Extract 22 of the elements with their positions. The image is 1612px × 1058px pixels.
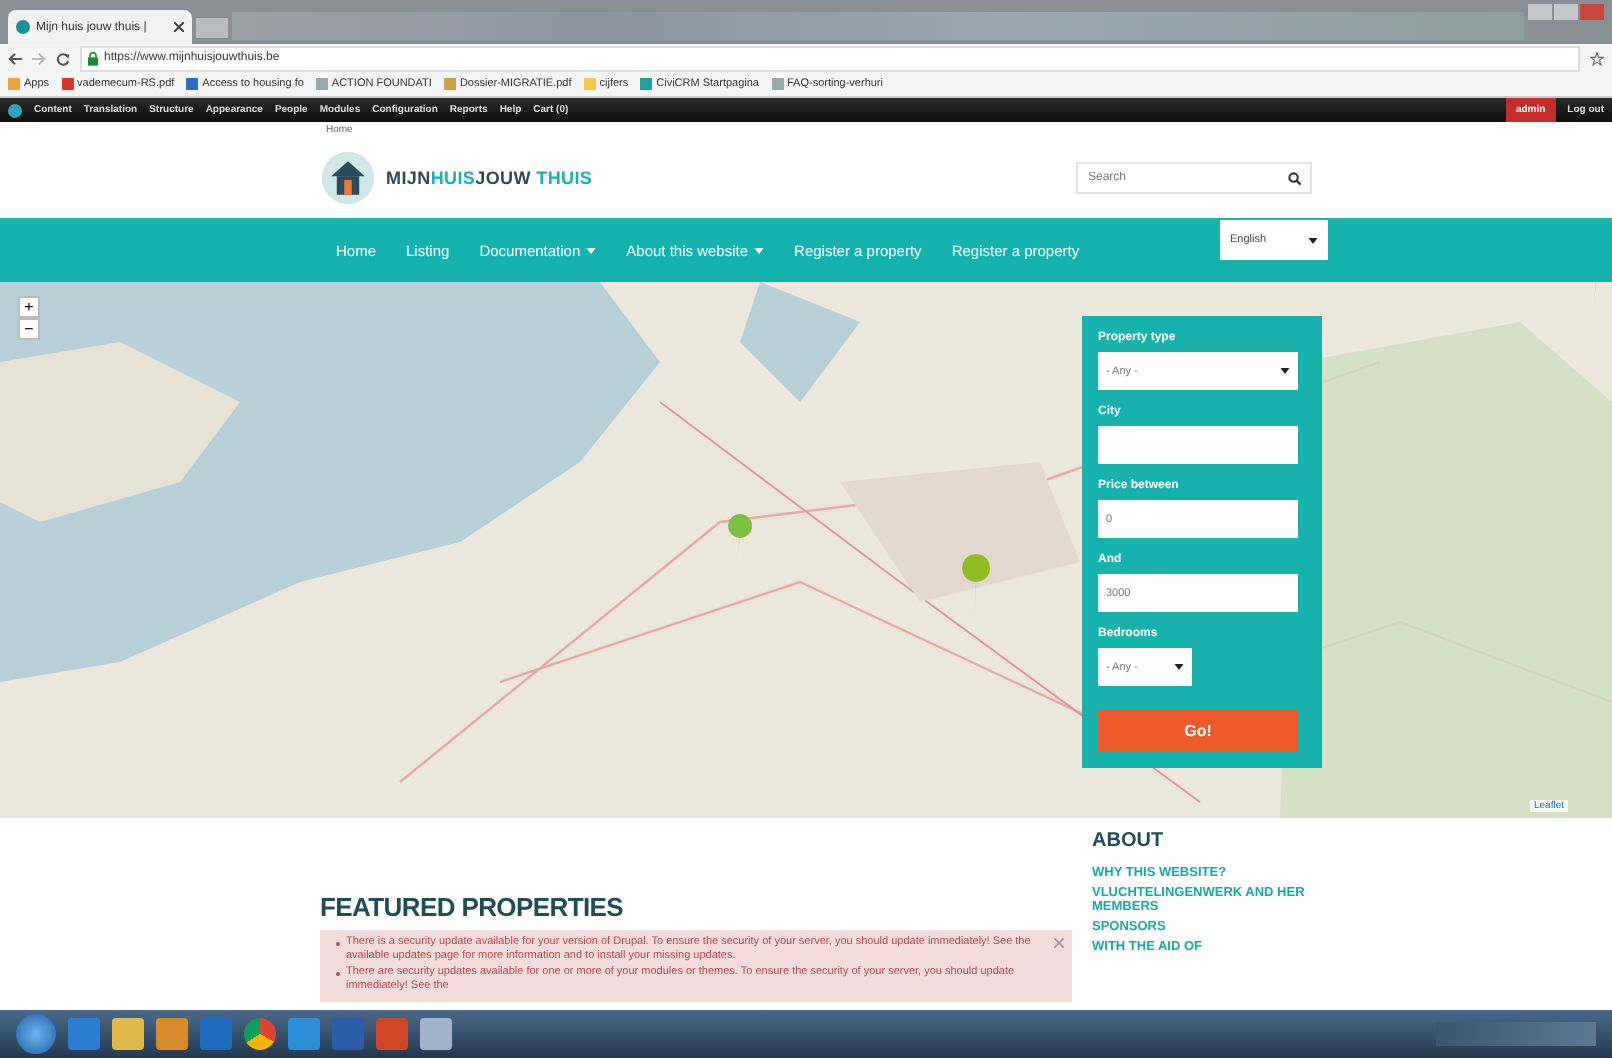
lock-icon: [88, 51, 98, 65]
zoom-out-button[interactable]: −: [18, 318, 40, 340]
caret-icon: [586, 247, 597, 253]
reload-icon[interactable]: [56, 51, 70, 65]
sidebar-heading: ABOUT: [1092, 830, 1166, 852]
input-field[interactable]: [1098, 426, 1298, 464]
star-icon[interactable]: [1590, 51, 1604, 65]
house-logo-icon: [320, 150, 376, 206]
caret-icon: [754, 247, 765, 253]
search-icon[interactable]: [1288, 171, 1302, 185]
site-favicon-icon: [16, 20, 30, 34]
back-icon[interactable]: [8, 51, 22, 65]
site-logo-text[interactable]: MIJNHUISJOUW THUIS: [386, 168, 593, 188]
caret-icon: [1280, 368, 1290, 374]
start-button[interactable]: [16, 1014, 56, 1054]
drupal-drop-icon[interactable]: [8, 103, 22, 117]
caret-icon: [1308, 237, 1318, 243]
close-icon[interactable]: [174, 22, 184, 32]
section-heading: FEATURED PROPERTIES: [320, 892, 626, 922]
forward-icon[interactable]: [32, 51, 46, 65]
caret-icon: [1174, 664, 1184, 670]
zoom-in-button[interactable]: +: [18, 296, 40, 318]
